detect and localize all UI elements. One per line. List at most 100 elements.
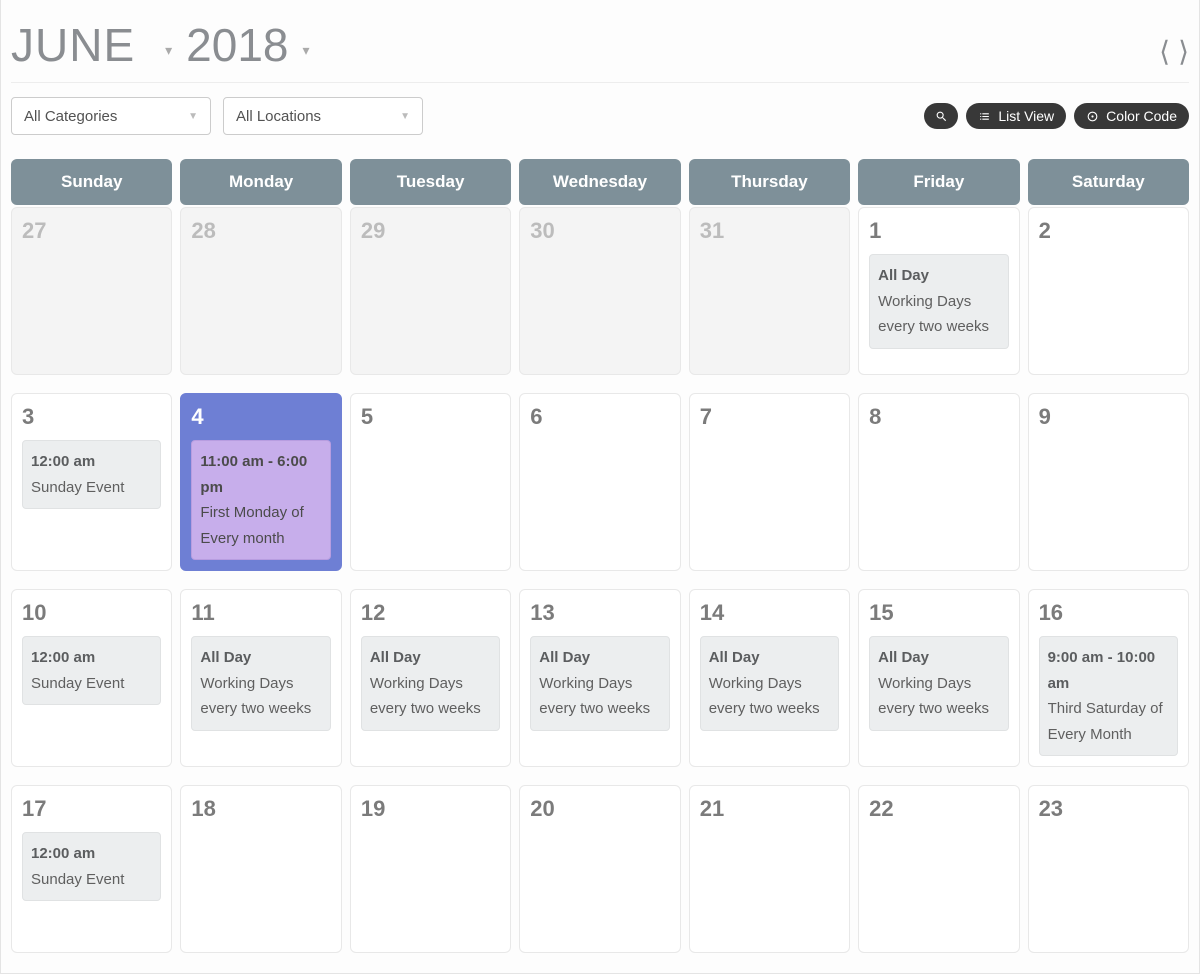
day-cell[interactable]: 29 <box>350 207 511 375</box>
search-button[interactable] <box>924 103 958 129</box>
event-time: All Day <box>878 263 999 289</box>
day-number: 22 <box>869 796 1008 822</box>
day-cell[interactable]: 169:00 am - 10:00 amThird Saturday of Ev… <box>1028 589 1189 767</box>
categories-select-label: All Categories <box>24 108 117 125</box>
day-cell[interactable]: 19 <box>350 785 511 953</box>
day-cell[interactable]: 23 <box>1028 785 1189 953</box>
day-number: 1 <box>869 218 1008 244</box>
event[interactable]: 11:00 am - 6:00 pmFirst Monday of Every … <box>191 440 330 560</box>
day-cell[interactable]: 15 All DayWorking Days every two weeks <box>858 589 1019 767</box>
list-view-button[interactable]: List View <box>966 103 1066 129</box>
day-number: 13 <box>530 600 669 626</box>
day-cell[interactable]: 17 12:00 amSunday Event <box>11 785 172 953</box>
event[interactable]: All DayWorking Days every two weeks <box>191 636 330 731</box>
next-month-button[interactable]: ⟩ <box>1178 35 1189 68</box>
day-cell[interactable]: 20 <box>519 785 680 953</box>
event[interactable]: All Day Working Days every two weeks <box>869 254 1008 349</box>
event[interactable]: All Day Working Days every two weeks <box>700 636 839 731</box>
day-cell[interactable]: 8 <box>858 393 1019 571</box>
day-number: 23 <box>1039 796 1178 822</box>
day-cell[interactable]: 14 All Day Working Days every two weeks <box>689 589 850 767</box>
day-number: 4 <box>191 404 330 430</box>
day-number: 27 <box>22 218 161 244</box>
prev-month-button[interactable]: ⟨ <box>1159 35 1170 68</box>
caret-down-icon[interactable]: ▾ <box>155 42 182 59</box>
day-number: 11 <box>191 600 330 626</box>
day-cell[interactable]: 10 12:00 amSunday Event <box>11 589 172 767</box>
event-time: 12:00 am <box>31 645 152 671</box>
event-title: First Monday of Every month <box>200 504 303 547</box>
day-cell[interactable]: 1 All Day Working Days every two weeks <box>858 207 1019 375</box>
event[interactable]: 9:00 am - 10:00 amThird Saturday of Ever… <box>1039 636 1178 756</box>
event[interactable]: All DayWorking Days every two weeks <box>361 636 500 731</box>
event-time: All Day <box>370 645 491 671</box>
color-code-button[interactable]: Color Code <box>1074 103 1189 129</box>
event-title: Working Days every two weeks <box>539 675 650 718</box>
weekday-header: Monday <box>180 159 341 205</box>
day-number: 5 <box>361 404 500 430</box>
day-number: 14 <box>700 600 839 626</box>
day-cell[interactable]: 30 <box>519 207 680 375</box>
event[interactable]: 12:00 amSunday Event <box>22 832 161 901</box>
caret-down-icon: ▼ <box>400 111 410 122</box>
day-cell[interactable]: 6 <box>519 393 680 571</box>
event[interactable]: All DayWorking Days every two weeks <box>869 636 1008 731</box>
day-number: 8 <box>869 404 1008 430</box>
event-time: All Day <box>539 645 660 671</box>
weekday-header: Tuesday <box>350 159 511 205</box>
year-selector[interactable]: 2018 <box>186 18 288 72</box>
event-title: Sunday Event <box>31 479 124 496</box>
day-number: 10 <box>22 600 161 626</box>
event-time: All Day <box>709 645 830 671</box>
weekday-header: Saturday <box>1028 159 1189 205</box>
day-cell[interactable]: 27 <box>11 207 172 375</box>
month-selector[interactable]: JUNE <box>11 18 151 72</box>
day-cell[interactable]: 22 <box>858 785 1019 953</box>
event-time: 11:00 am - 6:00 pm <box>200 449 321 500</box>
locations-select[interactable]: All Locations ▼ <box>223 97 423 135</box>
target-icon <box>1086 110 1099 123</box>
day-number: 29 <box>361 218 500 244</box>
caret-down-icon[interactable]: ▾ <box>293 42 320 59</box>
day-cell[interactable]: 12All DayWorking Days every two weeks <box>350 589 511 767</box>
event-title: Working Days every two weeks <box>878 293 989 336</box>
day-cell[interactable]: 11 All DayWorking Days every two weeks <box>180 589 341 767</box>
day-number: 2 <box>1039 218 1178 244</box>
day-cell[interactable]: 9 <box>1028 393 1189 571</box>
day-cell[interactable]: 13 All Day Working Days every two weeks <box>519 589 680 767</box>
event[interactable]: All Day Working Days every two weeks <box>530 636 669 731</box>
caret-down-icon: ▼ <box>188 111 198 122</box>
color-code-label: Color Code <box>1106 108 1177 124</box>
categories-select[interactable]: All Categories ▼ <box>11 97 211 135</box>
day-number: 6 <box>530 404 669 430</box>
day-cell[interactable]: 18 <box>180 785 341 953</box>
day-cell[interactable]: 5 <box>350 393 511 571</box>
event-title: Working Days every two weeks <box>709 675 820 718</box>
day-number: 30 <box>530 218 669 244</box>
day-cell[interactable]: 312:00 amSunday Event <box>11 393 172 571</box>
day-number: 20 <box>530 796 669 822</box>
day-cell[interactable]: 4 11:00 am - 6:00 pmFirst Monday of Every… <box>180 393 341 571</box>
day-number: 28 <box>191 218 330 244</box>
day-number: 17 <box>22 796 161 822</box>
day-cell[interactable]: 7 <box>689 393 850 571</box>
day-cell[interactable]: 2 <box>1028 207 1189 375</box>
day-number: 7 <box>700 404 839 430</box>
event[interactable]: 12:00 am Sunday Event <box>22 440 161 509</box>
locations-select-label: All Locations <box>236 108 321 125</box>
event-title: Working Days every two weeks <box>878 675 989 718</box>
event-time: All Day <box>200 645 321 671</box>
event[interactable]: 12:00 amSunday Event <box>22 636 161 705</box>
search-icon <box>935 110 948 123</box>
event-time: 12:00 am <box>31 449 152 475</box>
event-title: Third Saturday of Every Month <box>1048 700 1163 743</box>
day-cell[interactable]: 28 <box>180 207 341 375</box>
weekday-header: Sunday <box>11 159 172 205</box>
day-number: 9 <box>1039 404 1178 430</box>
weekday-header-row: SundayMondayTuesdayWednesdayThursdayFrid… <box>11 159 1189 205</box>
day-number: 18 <box>191 796 330 822</box>
day-cell[interactable]: 31 <box>689 207 850 375</box>
day-number: 15 <box>869 600 1008 626</box>
event-time: 12:00 am <box>31 841 152 867</box>
day-cell[interactable]: 21 <box>689 785 850 953</box>
